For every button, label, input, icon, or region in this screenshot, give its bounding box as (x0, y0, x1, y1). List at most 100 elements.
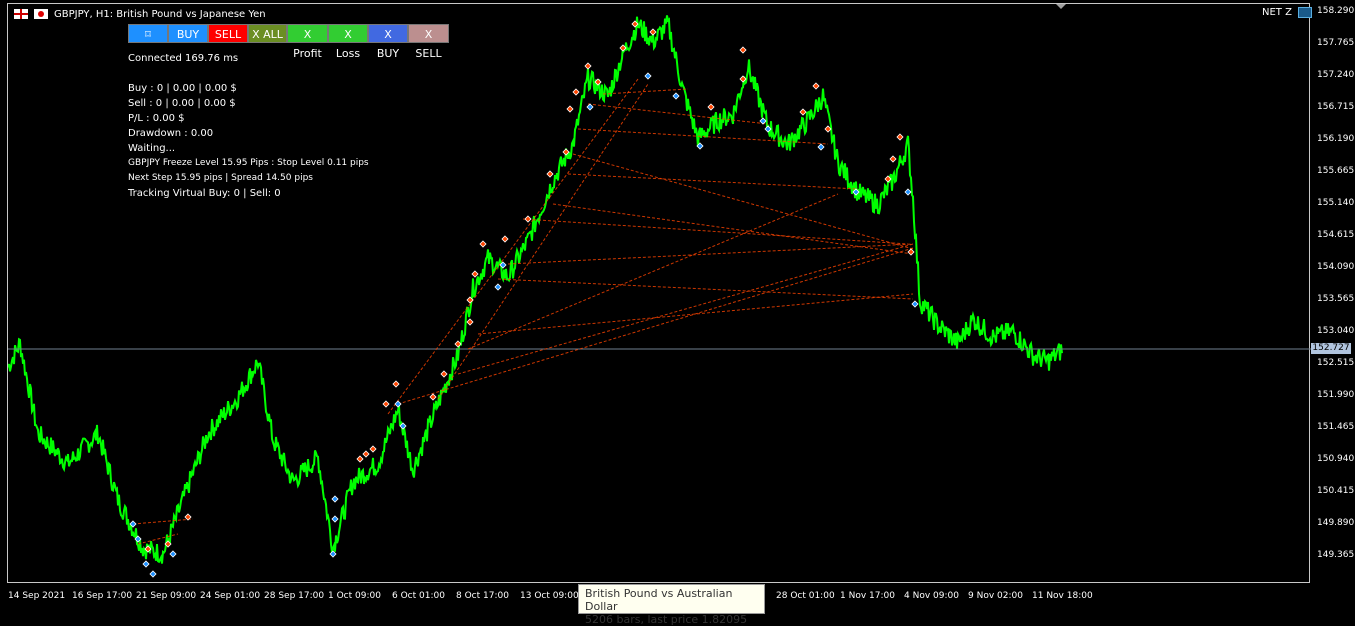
buy-marker-icon (911, 300, 919, 308)
price-tick-label: 152.515 (1317, 358, 1355, 368)
sell-marker-icon (501, 235, 509, 243)
next-step: Next Step 15.95 pips | Spread 14.50 pips (128, 173, 313, 183)
trade-link-line (457, 243, 914, 375)
sell-marker-icon (471, 270, 479, 278)
buy-button[interactable]: BUY (168, 24, 208, 43)
trade-link-line (132, 518, 194, 525)
time-tick-label: 11 Nov 18:00 (1032, 591, 1093, 601)
sell-summary: Sell : 0 | 0.00 | 0.00 $ (128, 98, 236, 109)
price-tick-label: 158.290 (1317, 6, 1355, 16)
sell-marker-icon (454, 340, 462, 348)
sell-marker-icon (392, 380, 400, 388)
price-tick-label: 150.415 (1317, 486, 1355, 496)
trade-link-line (497, 278, 914, 300)
current-price-tag: 152.727 (1311, 343, 1351, 354)
connection-status: Connected 169.76 ms (128, 53, 239, 64)
buy-marker-icon (759, 117, 767, 125)
tooltip-detail: 5206 bars, last price 1.82095 (585, 613, 748, 626)
account-name: NET Z (1262, 7, 1292, 18)
price-tick-label: 156.190 (1317, 134, 1355, 144)
time-tick-label: 13 Oct 09:00 (520, 591, 579, 601)
buy-marker-icon (586, 103, 594, 111)
chart-shift-icon[interactable] (1056, 4, 1066, 9)
trade-link-line (387, 78, 639, 415)
time-tick-label: 16 Sep 17:00 (72, 591, 133, 601)
time-tick-label: 28 Sep 17:00 (264, 591, 325, 601)
price-tick-label: 154.615 (1317, 230, 1355, 240)
tooltip-title: British Pound vs Australian Dollar (585, 587, 733, 613)
price-tick-label: 155.140 (1317, 198, 1355, 208)
time-tick-label: 24 Sep 01:00 (200, 591, 261, 601)
trade-link-line (587, 103, 769, 125)
tracking-virtual: Tracking Virtual Buy: 0 | Sell: 0 (128, 188, 281, 199)
sell-button[interactable]: SELL (208, 24, 248, 43)
account-label: NET Z (1262, 7, 1312, 18)
close-loss-button[interactable]: X Loss (328, 24, 368, 60)
close-sell-button[interactable]: X SELL (408, 24, 449, 60)
sell-marker-icon (546, 170, 554, 178)
move-panel-button[interactable]: ⌑ (128, 24, 168, 43)
price-tick-label: 149.365 (1317, 550, 1355, 560)
trade-link-line (572, 153, 914, 250)
sell-marker-icon (466, 318, 474, 326)
sell-marker-icon (524, 215, 532, 223)
status-text: Waiting... (128, 143, 176, 154)
buy-marker-icon (149, 570, 157, 578)
time-tick-label: 9 Nov 02:00 (968, 591, 1023, 601)
sell-marker-icon (566, 105, 574, 113)
time-tick-label: 4 Nov 09:00 (904, 591, 959, 601)
price-tick-label: 155.665 (1317, 166, 1355, 176)
sell-marker-icon (889, 155, 897, 163)
sell-marker-icon (440, 370, 448, 378)
sell-marker-icon (907, 248, 915, 256)
price-tick-label: 154.090 (1317, 262, 1355, 272)
sell-marker-icon (429, 393, 437, 401)
time-tick-label: 14 Sep 2021 (8, 591, 66, 601)
buy-marker-icon (494, 283, 502, 291)
buy-marker-icon (331, 515, 339, 523)
sell-marker-icon (572, 88, 580, 96)
price-tick-label: 153.565 (1317, 294, 1355, 304)
profit-loss: P/L : 0.00 $ (128, 113, 185, 124)
sell-marker-icon (369, 445, 377, 453)
close-buy-button[interactable]: X BUY (368, 24, 408, 60)
buy-marker-icon (904, 188, 912, 196)
buy-marker-icon (817, 143, 825, 151)
symbol-tooltip: British Pound vs Australian Dollar 5206 … (578, 584, 765, 626)
trade-toolbar: ⌑ BUY SELL X ALL X Profit X Loss X BUY X… (128, 24, 449, 60)
price-tick-label: 151.990 (1317, 390, 1355, 400)
trade-link-line (437, 83, 649, 400)
sell-marker-icon (584, 62, 592, 70)
sell-marker-icon (362, 450, 370, 458)
price-tick-label: 151.465 (1317, 422, 1355, 432)
sell-marker-icon (896, 133, 904, 141)
buy-marker-icon (394, 400, 402, 408)
sell-marker-icon (479, 240, 487, 248)
price-tick-label: 157.240 (1317, 70, 1355, 80)
sell-marker-icon (799, 108, 807, 116)
price-tick-label: 153.040 (1317, 326, 1355, 336)
drawdown: Drawdown : 0.00 (128, 128, 214, 139)
price-tick-label: 157.765 (1317, 38, 1355, 48)
buy-marker-icon (672, 92, 680, 100)
sell-marker-icon (739, 46, 747, 54)
buy-marker-icon (169, 550, 177, 558)
chart-title: GBPJPY, H1: British Pound vs Japanese Ye… (14, 7, 266, 21)
time-tick-label: 8 Oct 17:00 (456, 591, 509, 601)
buy-marker-icon (142, 560, 150, 568)
time-tick-label: 28 Oct 01:00 (776, 591, 835, 601)
chart-title-text: GBPJPY, H1: British Pound vs Japanese Ye… (54, 8, 266, 20)
close-all-button[interactable]: X ALL (248, 24, 287, 43)
sell-marker-icon (812, 82, 820, 90)
price-tick-label: 156.715 (1317, 102, 1355, 112)
time-tick-label: 21 Sep 09:00 (136, 591, 197, 601)
trade-link-line (567, 173, 859, 190)
price-tick-label: 150.940 (1317, 454, 1355, 464)
freeze-level: GBPJPY Freeze Level 15.95 Pips : Stop Le… (128, 158, 369, 168)
sell-marker-icon (356, 455, 364, 463)
trade-link-line (137, 533, 179, 545)
sell-marker-icon (382, 400, 390, 408)
graduation-cap-icon (1297, 7, 1312, 18)
trade-link-line (467, 193, 839, 350)
close-profit-button[interactable]: X Profit (287, 24, 328, 60)
